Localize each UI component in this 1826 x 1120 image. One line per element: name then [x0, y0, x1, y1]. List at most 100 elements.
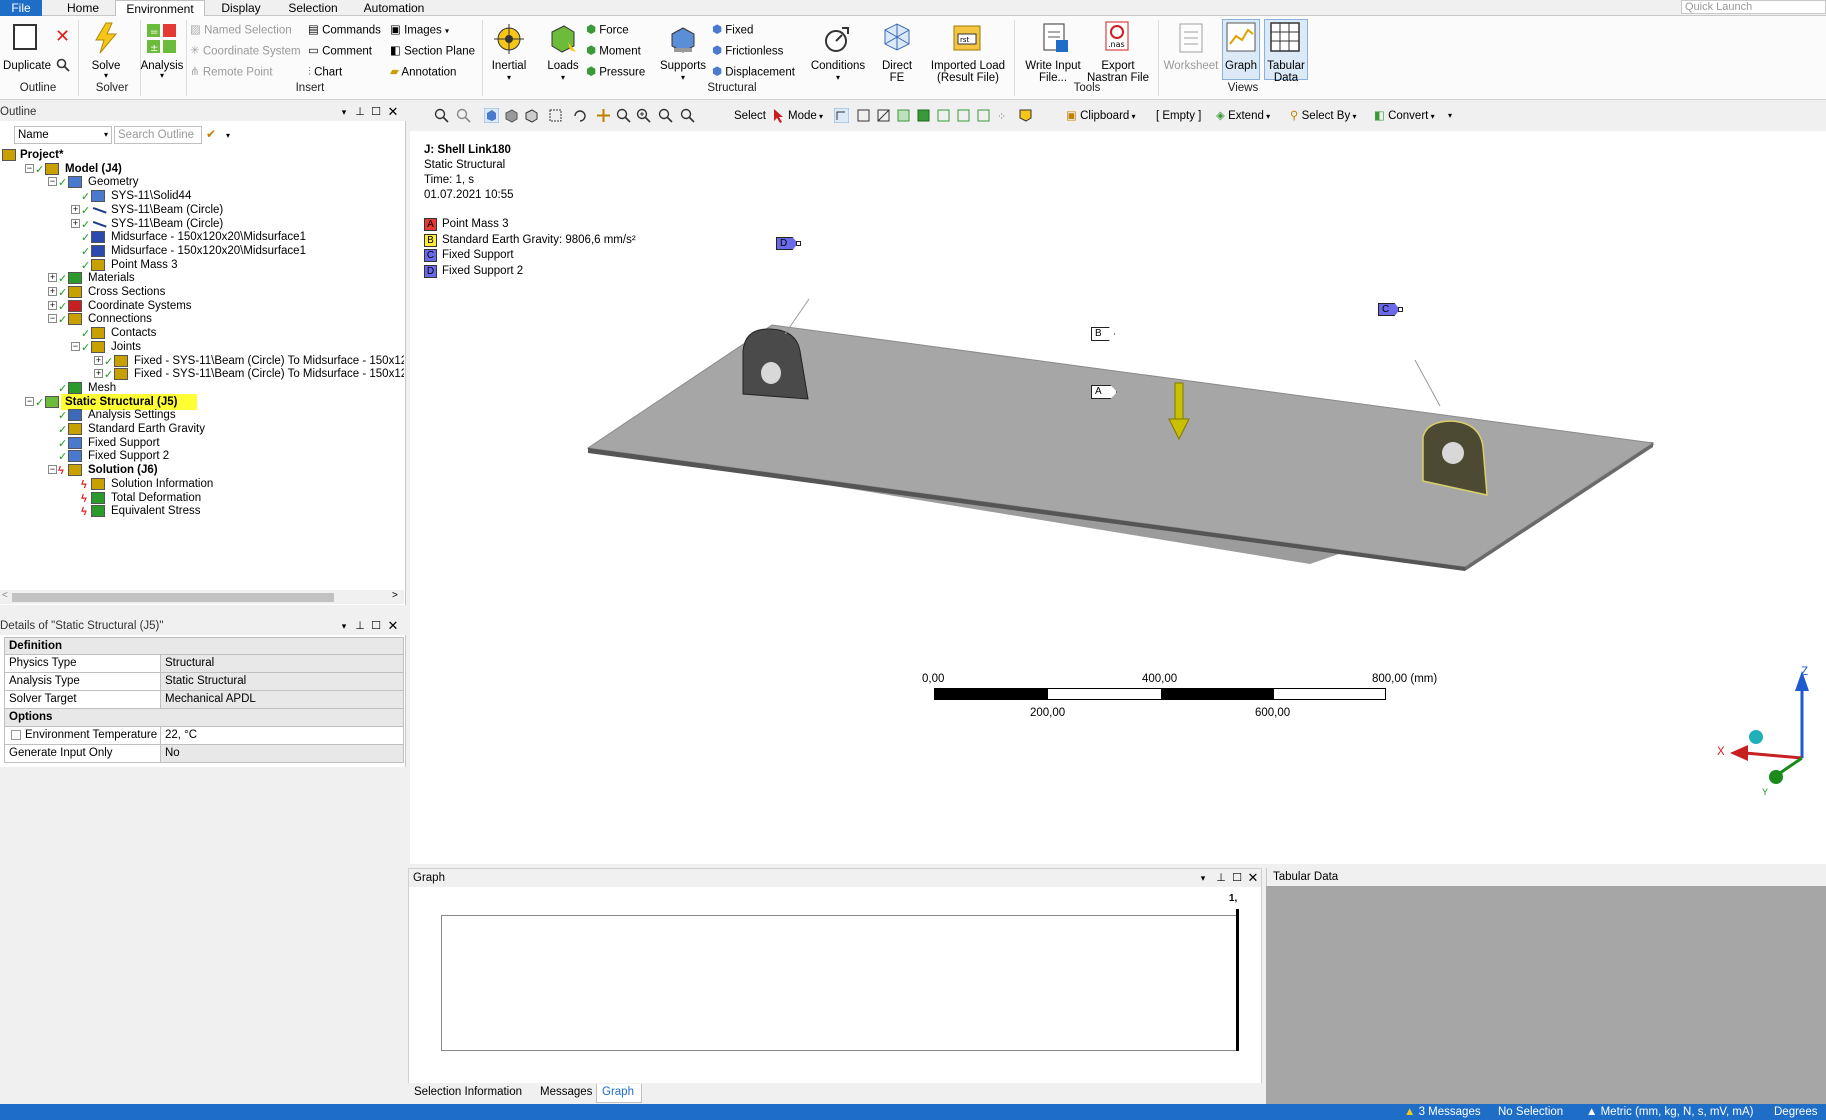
close-icon[interactable]: ✕ — [387, 105, 399, 118]
clipboard-dropdown[interactable]: ▣ Clipboard ▾ — [1066, 108, 1136, 124]
details-section-options[interactable]: Options — [4, 709, 404, 727]
box-zoom-icon[interactable] — [548, 108, 563, 123]
select-all-icon[interactable] — [1018, 108, 1033, 123]
details-menu-icon[interactable]: ▾ — [338, 620, 350, 632]
pressure-button[interactable]: ⬢ Pressure — [586, 66, 645, 80]
convert-dropdown[interactable]: ◧ Convert ▾ — [1374, 108, 1435, 124]
outline-menu-icon[interactable]: ▾ — [338, 106, 350, 118]
force-button[interactable]: ⬢ Force — [586, 24, 629, 38]
collapse-icon[interactable]: − — [25, 163, 34, 173]
outline-hscrollbar[interactable]: < > — [0, 590, 404, 604]
details-section-definition[interactable]: Definition — [4, 637, 404, 655]
direct-fe-button[interactable]: Direct FE — [874, 60, 920, 84]
zoom-out-icon[interactable] — [456, 108, 471, 123]
graph-menu-icon[interactable]: ▾ — [1197, 872, 1209, 884]
tab-environment[interactable]: Environment — [115, 0, 205, 17]
graph-pin-icon[interactable]: ⊥ — [1215, 872, 1227, 884]
expand-icon[interactable]: + — [94, 355, 103, 365]
details-row-analysis-type[interactable]: Analysis Type Static Structural — [4, 673, 404, 691]
outline-search-input[interactable]: Search Outline — [114, 126, 202, 144]
status-angle[interactable]: Degrees — [1774, 1104, 1817, 1120]
tab-graph[interactable]: Graph — [602, 1086, 634, 1098]
delete-icon[interactable]: ✕ — [55, 26, 70, 47]
zoom-icon[interactable] — [616, 108, 631, 123]
collapse-icon[interactable]: − — [71, 341, 80, 351]
pan-icon[interactable] — [596, 108, 611, 123]
wireframe-view-icon[interactable] — [504, 108, 519, 123]
details-close-icon[interactable]: ✕ — [387, 619, 399, 632]
search-icon[interactable] — [56, 58, 70, 75]
zoom-fit-icon[interactable] — [434, 108, 449, 123]
edges-view-icon[interactable] — [524, 108, 539, 123]
write-input-button[interactable]: Write Input File... — [1018, 60, 1088, 84]
details-maximize-icon[interactable]: ☐ — [370, 620, 382, 632]
graph-close-icon[interactable]: ✕ — [1247, 871, 1259, 884]
direct-fe-icon[interactable] — [882, 22, 912, 55]
expand-icon[interactable]: + — [48, 273, 57, 283]
tab-automation[interactable]: Automation — [356, 0, 432, 16]
axis-triad[interactable] — [1710, 661, 1820, 791]
write-input-icon[interactable] — [1040, 22, 1070, 57]
imported-load-icon[interactable]: rst — [952, 22, 982, 57]
collapse-icon[interactable]: − — [25, 396, 34, 406]
images-button[interactable]: ▣ Images ▾ — [390, 24, 449, 38]
duplicate-button[interactable]: Duplicate — [2, 60, 52, 72]
graph-maximize-icon[interactable]: ☐ — [1231, 872, 1243, 884]
details-pin-icon[interactable]: ⊥ — [354, 620, 366, 632]
worksheet-button[interactable]: Worksheet — [1160, 60, 1222, 72]
tab-home[interactable]: Home — [58, 0, 108, 16]
tabular-data-panel[interactable]: Tabular Data — [1266, 868, 1826, 1104]
section-plane-button[interactable]: ◧ Section Plane — [390, 45, 475, 59]
mode-dropdown[interactable]: Mode ▾ — [788, 108, 823, 124]
graph-time-line[interactable] — [1236, 909, 1239, 1051]
toolbar-overflow-icon[interactable]: ▾ — [1448, 108, 1452, 124]
zoom-extents-icon[interactable] — [680, 108, 695, 123]
worksheet-icon[interactable] — [1176, 22, 1206, 57]
graph-plot-area[interactable] — [441, 915, 1239, 1051]
frictionless-button[interactable]: ⬢ Frictionless — [712, 45, 783, 59]
select-face-icon[interactable] — [896, 108, 911, 123]
graph-icon[interactable] — [1226, 22, 1256, 55]
extend-dropdown[interactable]: ◈ Extend ▾ — [1216, 108, 1270, 124]
export-nastran-icon[interactable]: .nas — [1102, 20, 1134, 57]
scroll-right-icon[interactable]: > — [392, 590, 398, 601]
expand-icon[interactable]: + — [71, 204, 80, 214]
scroll-left-icon[interactable]: < — [2, 590, 8, 601]
displacement-button[interactable]: ⬢ Displacement — [712, 66, 795, 80]
tab-file[interactable]: File — [0, 0, 42, 16]
maximize-icon[interactable]: ☐ — [370, 106, 382, 118]
expand-icon[interactable]: + — [94, 369, 103, 379]
supports-button[interactable]: Supports — [656, 60, 710, 72]
rotate-icon[interactable] — [572, 108, 587, 123]
tab-selection-information[interactable]: Selection Information — [414, 1086, 522, 1098]
select-edge-icon[interactable] — [876, 108, 891, 123]
fixed-button[interactable]: ⬢ Fixed — [712, 24, 753, 38]
collapse-icon[interactable]: − — [48, 177, 57, 187]
env-temp-checkbox[interactable] — [11, 730, 21, 740]
pin-icon[interactable]: ⊥ — [354, 106, 366, 118]
details-row-physics-type[interactable]: Physics Type Structural — [4, 655, 404, 673]
select-element-icon[interactable] — [976, 108, 991, 123]
comment-button[interactable]: ▭ Comment — [308, 45, 372, 59]
quick-launch-input[interactable]: Quick Launch — [1681, 0, 1826, 14]
solve-icon[interactable] — [92, 22, 120, 57]
loads-icon[interactable] — [548, 24, 578, 57]
select-element-face-icon[interactable] — [956, 108, 971, 123]
model-canvas[interactable] — [410, 131, 1826, 864]
expand-icon[interactable]: + — [71, 218, 80, 228]
coordinate-system-button[interactable]: ✳ Coordinate System — [190, 45, 301, 59]
expand-icon[interactable]: + — [48, 287, 57, 296]
graphics-viewport[interactable]: J: Shell Link180 Static Structural Time:… — [410, 131, 1826, 864]
details-row-solver-target[interactable]: Solver Target Mechanical APDL — [4, 691, 404, 709]
select-point-icon[interactable] — [834, 108, 849, 123]
loads-button[interactable]: Loads — [540, 60, 586, 72]
expand-icon[interactable]: + — [48, 300, 57, 310]
chart-button[interactable]: ⫶ Chart — [308, 66, 342, 80]
select-by-dropdown[interactable]: ⚲ Select By ▾ — [1290, 108, 1356, 124]
filter-chevron-icon[interactable]: ✔ — [206, 127, 216, 141]
tab-display[interactable]: Display — [210, 0, 272, 16]
select-body-icon[interactable] — [916, 108, 931, 123]
zoom-box-icon[interactable] — [658, 108, 673, 123]
outline-filter-select[interactable]: Name ▾ — [14, 126, 112, 144]
details-row-generate-input[interactable]: Generate Input Only No — [4, 745, 404, 763]
